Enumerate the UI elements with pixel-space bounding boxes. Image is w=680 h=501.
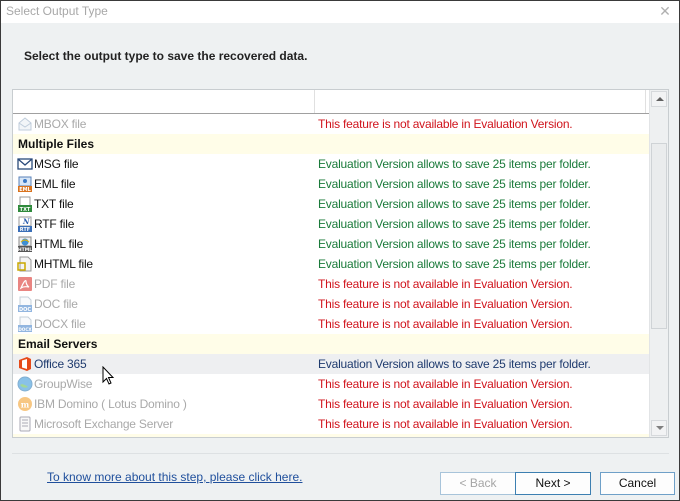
output-type-name: GroupWise [34,377,93,391]
output-type-name: MHTML file [34,257,93,271]
output-type-name: PDF file [34,277,76,291]
output-type-row[interactable]: Microsoft Exchange Server This feature is… [13,414,649,434]
mbox-icon [17,116,33,132]
output-type-row[interactable]: DOC DOC file This feature is not available… [13,294,649,314]
html-icon: HTML [17,236,33,253]
docx-icon: DOCX [17,316,33,332]
svg-text:RTF: RTF [20,227,30,232]
svg-text:EML: EML [19,187,31,192]
output-type-status: Evaluation Version allows to save 25 ite… [318,237,591,251]
select-output-type-dialog: Select Output Type ✕ Select the output t… [0,0,680,501]
group-header-row: Multiple Files [13,134,649,154]
output-type-name: Office 365 [34,357,87,371]
output-type-status: Evaluation Version allows to save 25 ite… [318,177,591,191]
output-type-status: Evaluation Version allows to save 25 ite… [318,197,591,211]
instruction-text: Select the output type to save the recov… [24,49,308,63]
output-type-name: HTML file [34,237,84,251]
output-type-row[interactable]: MSG file Evaluation Version allows to sav… [13,154,649,174]
output-type-row[interactable]: m IBM Domino ( Lotus Domino ) This feature… [13,394,649,414]
output-type-name: DOCX file [34,317,86,331]
rtf-icon: N RTF [17,216,33,233]
mhtml-icon [17,256,33,272]
back-button[interactable]: < Back [440,472,515,495]
output-type-status: Evaluation Version allows to save 25 ite… [318,157,591,171]
cancel-button[interactable]: Cancel [600,472,675,495]
mouse-cursor-icon [102,366,115,385]
office365-icon [17,356,33,372]
output-type-name: TXT file [34,197,74,211]
vertical-scrollbar[interactable] [649,90,668,437]
list-header [13,90,649,114]
close-icon[interactable]: ✕ [657,3,673,19]
column-header-status[interactable] [315,90,646,113]
ibm-domino-icon: m [17,396,33,412]
back-label: < Back [459,476,497,490]
group-header-label: Email Servers [18,337,98,351]
output-type-row[interactable]: TXT TXT file Evaluation Version allows to … [13,194,649,214]
output-type-name: IBM Domino ( Lotus Domino ) [34,397,187,411]
window-title: Select Output Type [6,4,108,18]
output-type-status: This feature is not available in Evaluat… [318,377,573,391]
output-type-status: This feature is not available in Evaluat… [318,397,573,411]
group-header-row: Email Servers [13,334,649,354]
svg-text:HTML: HTML [18,247,32,252]
msg-icon [17,156,33,172]
output-type-row[interactable]: EML EML file Evaluation Version allows to … [13,174,649,194]
pdf-icon [17,276,33,292]
output-type-row[interactable]: MBOX file This feature is not available i… [13,114,649,134]
group-row-partial [13,434,649,437]
exchange-server-icon [17,416,33,432]
output-type-status: Evaluation Version allows to save 25 ite… [318,257,591,271]
scroll-up-button[interactable] [651,91,667,107]
output-type-row[interactable]: N RTF RTF file Evaluation Version allows to… [13,214,649,234]
output-type-row[interactable]: PDF file This feature is not available in… [13,274,649,294]
help-link[interactable]: To know more about this step, please cli… [47,470,302,484]
eml-icon: EML [17,176,33,193]
footer-separator [12,453,669,454]
output-type-row[interactable]: DOCX DOCX file This feature is not availab… [13,314,649,334]
output-type-status: Evaluation Version allows to save 25 ite… [318,357,591,371]
scroll-down-button[interactable] [651,420,667,436]
group-header-label: Multiple Files [18,137,95,151]
svg-text:TXT: TXT [20,207,31,212]
scroll-thumb[interactable] [651,143,667,329]
svg-text:DOCX: DOCX [18,327,32,332]
output-type-row[interactable]: HTML HTML file Evaluation Version allows t… [13,234,649,254]
output-type-status: This feature is not available in Evaluat… [318,417,573,431]
output-type-status: This feature is not available in Evaluat… [318,117,573,131]
next-button[interactable]: Next > [515,472,591,495]
output-type-name: RTF file [34,217,75,231]
svg-text:DOC: DOC [19,307,31,312]
txt-icon: TXT [17,196,33,213]
title-bar: Select Output Type ✕ [1,1,679,23]
output-type-name: MBOX file [34,117,87,131]
output-type-name: Microsoft Exchange Server [34,417,174,431]
column-header-type[interactable] [13,90,315,113]
output-type-name: DOC file [34,297,78,311]
output-type-status: Evaluation Version allows to save 25 ite… [318,217,591,231]
output-type-name: MSG file [34,157,79,171]
cancel-label: Cancel [618,476,657,490]
output-type-name: EML file [34,177,76,191]
output-type-row[interactable]: MHTML file Evaluation Version allows to s… [13,254,649,274]
svg-text:N: N [22,217,30,226]
doc-icon: DOC [17,296,33,313]
groupwise-icon [17,376,33,392]
output-type-status: This feature is not available in Evaluat… [318,277,573,291]
next-label: Next > [535,476,571,490]
svg-text:m: m [21,400,30,410]
output-type-status: This feature is not available in Evaluat… [318,317,573,331]
list-rows: MBOX file This feature is not available i… [13,114,649,434]
output-type-status: This feature is not available in Evaluat… [318,297,573,311]
